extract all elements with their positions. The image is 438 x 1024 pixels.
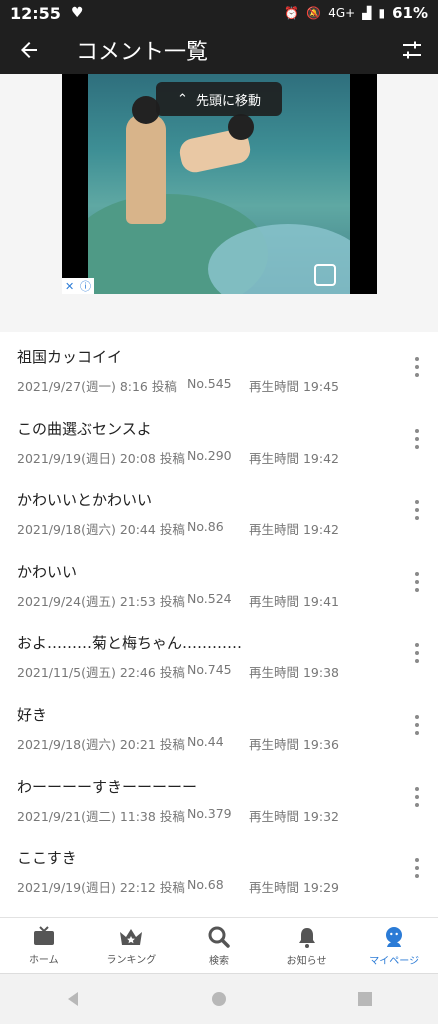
comment-row[interactable]: この曲選ぶセンスよ 2021/9/19(週日) 20:08 投稿 No.290 再生… xyxy=(0,404,438,476)
comment-list: 祖国カッコイイ 2021/9/27(週一) 8:16 投稿 No.545 再生時間 … xyxy=(0,332,438,917)
nav-recents-icon[interactable] xyxy=(356,990,374,1008)
comment-number: No.524 xyxy=(187,590,232,606)
bottom-tab-bar: ホーム ランキング 検索 お知らせ マイページ xyxy=(0,917,438,973)
comment-row[interactable]: 祖国カッコイイ 2021/9/27(週一) 8:16 投稿 No.545 再生時間 … xyxy=(0,332,438,404)
more-options-icon[interactable] xyxy=(406,354,428,380)
comment-number: No.545 xyxy=(187,376,232,391)
comment-text: かわいいとかわいい xyxy=(17,491,153,510)
network-label: 4G+ xyxy=(328,6,356,20)
comment-text: 祖国カッコイイ xyxy=(17,348,123,366)
comment-date: 2021/9/24(週五) 21:53 投稿 xyxy=(17,593,185,609)
comment-row[interactable]: およ………菊と梅ちゃん………… 2021/11/5(週五) 22:46 投稿 No… xyxy=(0,618,438,690)
comment-date: 2021/11/5(週五) 22:46 投稿 xyxy=(17,665,185,681)
tab-label: 検索 xyxy=(208,955,229,967)
ad-area: ✕ ⓘ ⌃ 先頭に移動 xyxy=(0,74,438,332)
mute-icon: 🔕 xyxy=(306,6,322,20)
user-icon xyxy=(386,926,403,947)
comment-text: ここすき xyxy=(17,849,77,868)
info-icon[interactable]: ⓘ xyxy=(80,278,91,294)
heart-icon: ♥ xyxy=(70,5,84,21)
comment-text: およ………菊と梅ちゃん………… xyxy=(17,634,243,653)
comment-date: 2021/9/18(週六) 20:44 投稿 xyxy=(17,522,185,538)
more-options-icon[interactable] xyxy=(406,784,428,810)
scroll-to-top-label: 先頭に移動 xyxy=(195,93,261,109)
chevron-up-icon: ⌃ xyxy=(177,91,188,107)
more-options-icon[interactable] xyxy=(406,640,428,666)
comment-playtime: 再生時間 19:42 xyxy=(249,522,339,538)
tab-label: ランキング xyxy=(106,954,157,966)
filter-button[interactable] xyxy=(386,26,438,74)
comment-playtime: 再生時間 19:32 xyxy=(249,808,339,824)
battery-icon: ▮ xyxy=(378,6,386,20)
comment-playtime: 再生時間 19:45 xyxy=(249,379,339,394)
comment-number: No.86 xyxy=(187,519,224,535)
back-button[interactable] xyxy=(0,26,58,74)
comment-date: 2021/9/21(週二) 11:38 投稿 xyxy=(17,808,185,824)
more-options-icon[interactable] xyxy=(406,855,428,881)
ad-choices-badge[interactable]: ✕ ⓘ xyxy=(62,278,94,294)
comment-number: No.379 xyxy=(187,805,232,821)
comment-text: わーーーーすきーーーーー xyxy=(17,777,198,796)
more-options-icon[interactable] xyxy=(406,426,428,452)
comment-playtime: 再生時間 19:38 xyxy=(249,665,339,681)
comment-text: この曲選ぶセンスよ xyxy=(17,419,152,438)
sliders-icon xyxy=(403,41,421,59)
tab-home[interactable]: ホーム xyxy=(0,918,88,973)
more-options-icon[interactable] xyxy=(406,497,428,523)
comment-row[interactable]: かわいい 2021/9/24(週五) 21:53 投稿 No.524 再生時間 19… xyxy=(0,547,438,619)
comment-text: 好き xyxy=(17,705,48,724)
tab-label: ホーム xyxy=(28,954,59,966)
back-arrow-icon xyxy=(21,42,37,58)
tab-label: マイページ xyxy=(369,955,420,967)
comment-playtime: 再生時間 19:36 xyxy=(249,736,339,752)
status-bar: 12:55 ♥ ⏰ 🔕 4G+ ▟ ▮ 61% xyxy=(0,0,438,26)
battery-level: 61% xyxy=(392,4,428,22)
search-icon xyxy=(208,926,230,948)
comment-row[interactable]: ここすき 2021/9/19(週日) 22:12 投稿 No.68 再生時間 19:… xyxy=(0,833,438,905)
comment-number: No.44 xyxy=(187,733,224,749)
system-nav-bar xyxy=(0,973,438,1024)
more-options-icon[interactable] xyxy=(406,569,428,595)
tab-search[interactable]: 検索 xyxy=(175,918,263,973)
comment-date: 2021/9/19(週日) 22:12 投稿 xyxy=(17,880,185,896)
signal-icon: ▟ xyxy=(362,6,372,20)
comment-date: 2021/9/27(週一) 8:16 投稿 xyxy=(17,379,177,394)
comment-date: 2021/9/19(週日) 20:08 投稿 xyxy=(17,450,185,466)
comment-number: No.290 xyxy=(187,447,232,463)
comment-playtime: 再生時間 19:29 xyxy=(249,880,339,896)
alarm-icon: ⏰ xyxy=(284,6,300,20)
scroll-to-top-button[interactable]: ⌃ 先頭に移動 xyxy=(156,82,282,116)
nav-home-icon[interactable] xyxy=(210,990,228,1008)
comment-row[interactable]: かわいいとかわいい 2021/9/18(週六) 20:44 投稿 No.86 再生時… xyxy=(0,475,438,547)
tab-notifications[interactable]: お知らせ xyxy=(263,918,351,973)
app-bar: コメント一覧 xyxy=(0,26,438,74)
crown-icon xyxy=(120,928,143,945)
comment-text: かわいい xyxy=(17,562,78,581)
comment-playtime: 再生時間 19:42 xyxy=(249,450,339,466)
tv-icon xyxy=(33,925,54,945)
status-time: 12:55 xyxy=(10,3,61,23)
tab-mypage[interactable]: マイページ xyxy=(350,918,438,973)
comment-row[interactable]: 好き 2021/9/18(週六) 20:21 投稿 No.44 再生時間 19:36 xyxy=(0,690,438,762)
comment-number: No.745 xyxy=(187,662,232,678)
close-icon[interactable]: ✕ xyxy=(65,280,74,293)
page-title: コメント一覧 xyxy=(76,40,209,65)
tab-label: お知らせ xyxy=(286,955,327,967)
comment-row[interactable]: わーーーーすきーーーーー 2021/9/21(週二) 11:38 投稿 No.37… xyxy=(0,762,438,834)
ad-logo-icon xyxy=(314,264,336,286)
comment-date: 2021/9/18(週六) 20:21 投稿 xyxy=(17,736,185,752)
comment-playtime: 再生時間 19:41 xyxy=(249,593,339,609)
tab-ranking[interactable]: ランキング xyxy=(88,918,176,973)
more-options-icon[interactable] xyxy=(406,712,428,738)
bell-icon xyxy=(298,927,315,948)
comment-number: No.68 xyxy=(187,877,224,893)
nav-back-icon[interactable] xyxy=(64,990,82,1008)
